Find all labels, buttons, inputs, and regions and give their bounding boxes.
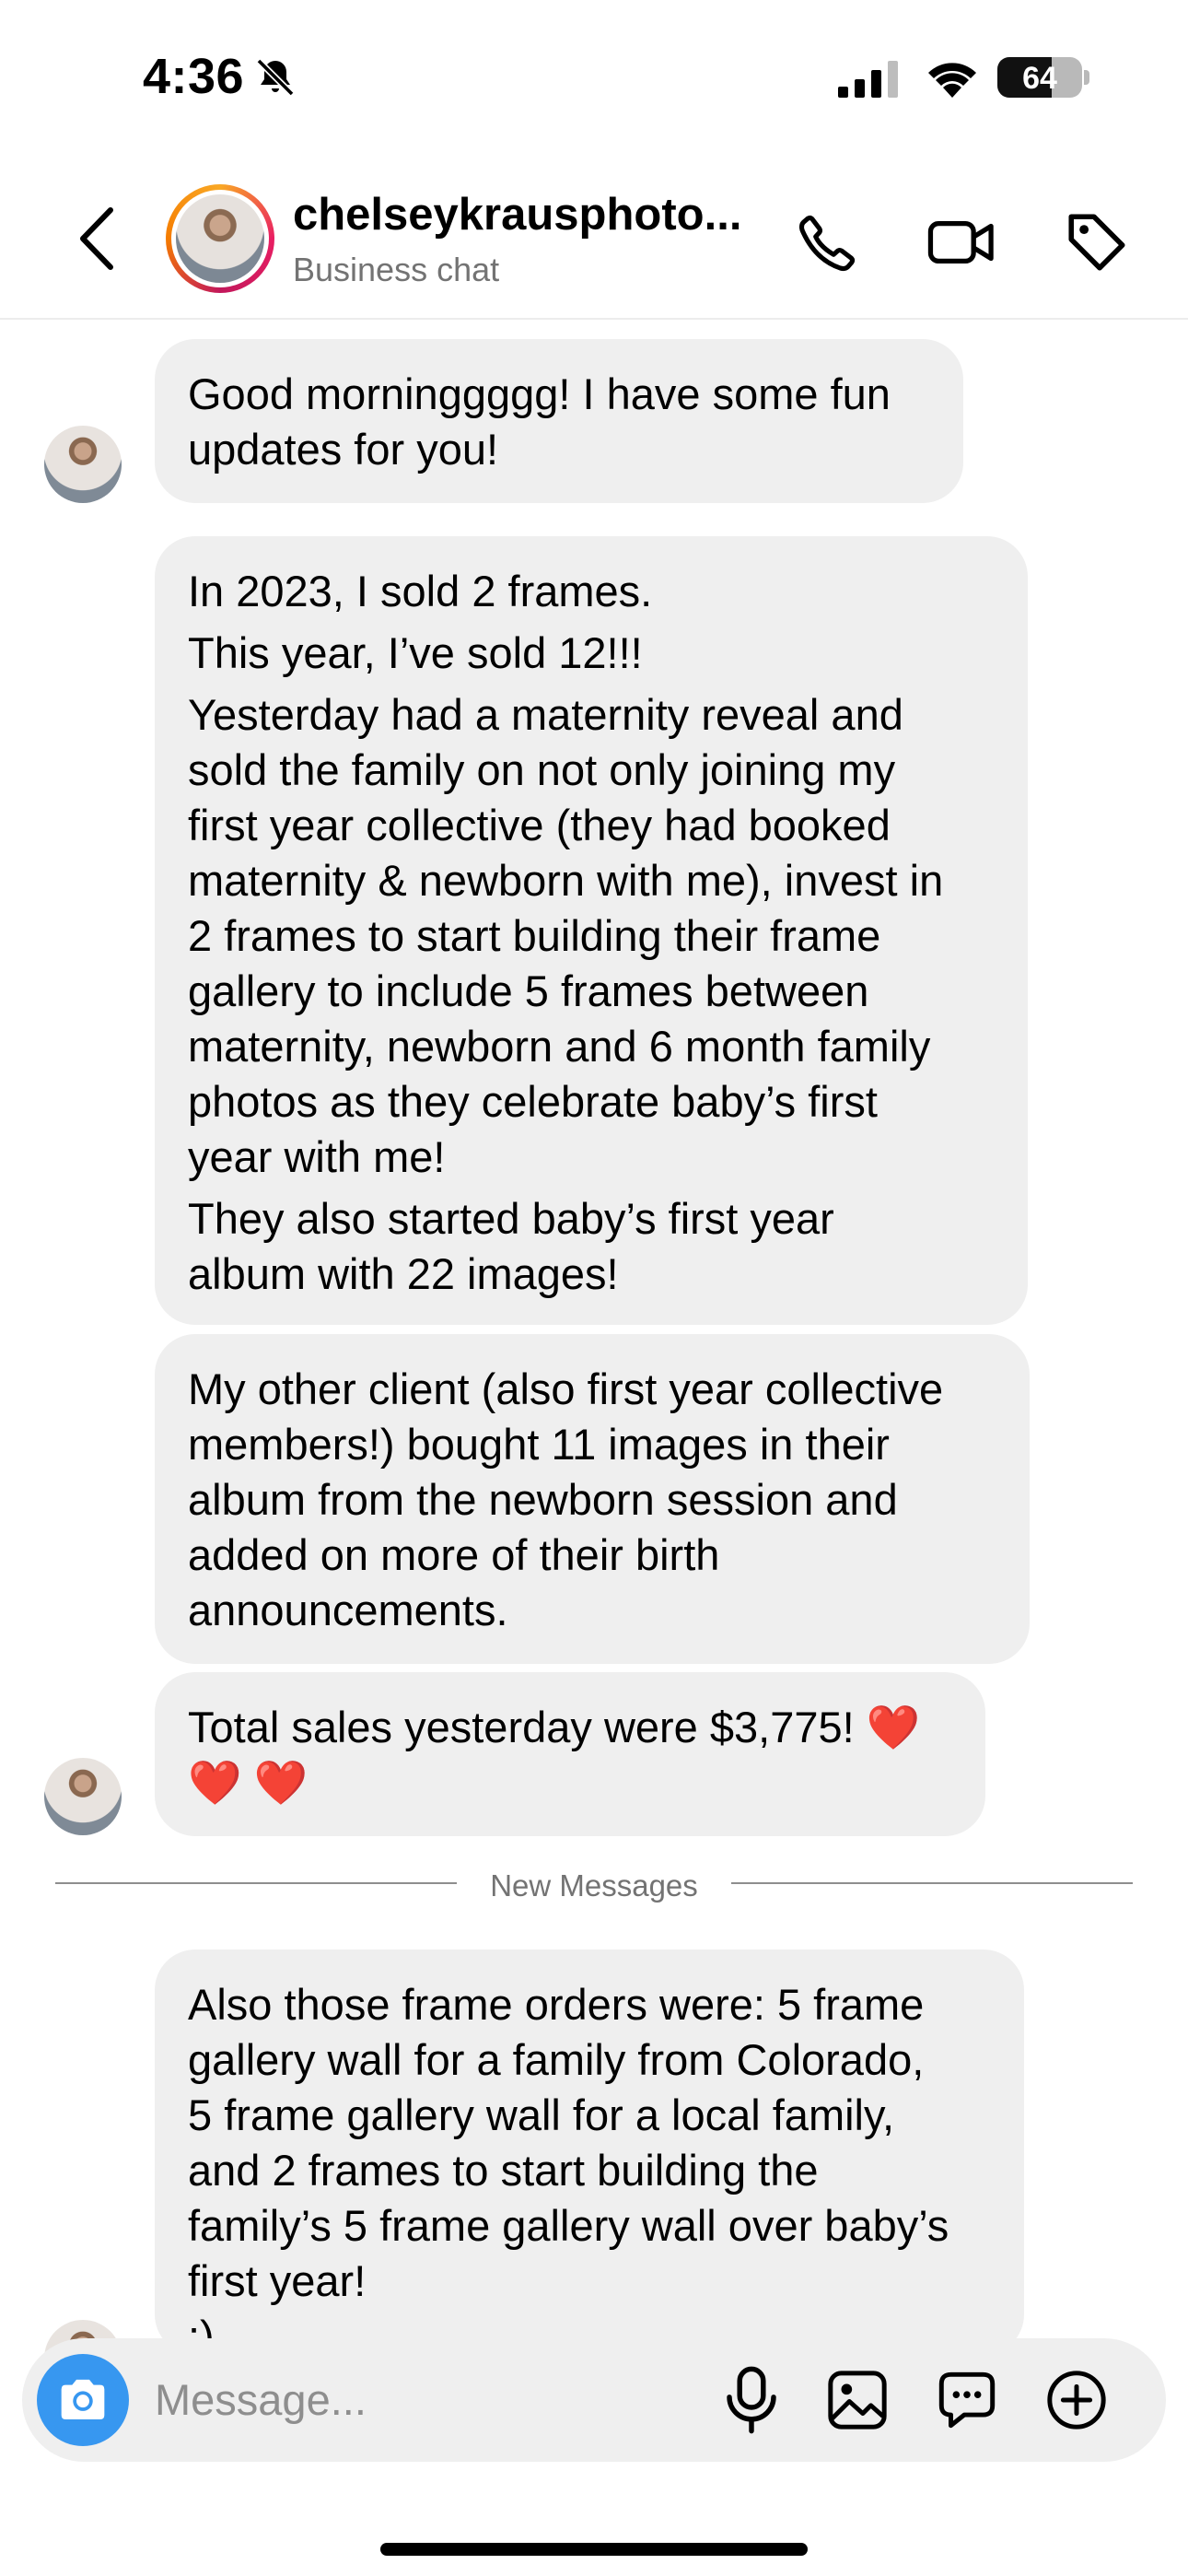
message-input[interactable] [155, 2370, 670, 2429]
message-text: My other client (also first year collect… [188, 1364, 944, 1634]
battery-icon: 64 [997, 57, 1082, 98]
message-bubble[interactable]: My other client (also first year collect… [155, 1334, 1030, 1664]
battery-cap [1084, 70, 1089, 85]
avatar-photo [176, 194, 264, 283]
sender-avatar[interactable] [44, 1758, 122, 1835]
sticker-icon[interactable] [935, 2368, 999, 2432]
home-indicator[interactable] [380, 2543, 808, 2556]
wifi-icon [928, 63, 976, 98]
signal-icon [838, 61, 898, 98]
message-text: This year, I’ve sold 12!!! [188, 628, 643, 677]
sender-avatar[interactable] [44, 426, 122, 503]
chat-subtitle: Business chat [293, 251, 500, 288]
message-bubble[interactable]: Also those frame orders were: 5 frame ga… [155, 1950, 1024, 2360]
message-text: Total sales yesterday were $3,775! ❤️ ❤️… [188, 1703, 921, 1807]
chat-title[interactable]: chelseykrausphoto... [293, 189, 741, 240]
message-text: Good morninggggg! I have some fun update… [188, 369, 891, 474]
microphone-icon[interactable] [722, 2364, 781, 2436]
bell-slash-icon [256, 58, 295, 97]
gallery-icon[interactable] [825, 2368, 890, 2432]
avatar[interactable] [166, 184, 274, 293]
status-time: 4:36 [143, 49, 245, 104]
camera-button[interactable] [37, 2354, 129, 2446]
video-camera-icon[interactable] [926, 210, 996, 275]
message-bubble[interactable]: Good morninggggg! I have some fun update… [155, 339, 963, 503]
battery-percent: 64 [1022, 61, 1057, 96]
message-text: In 2023, I sold 2 frames. [188, 567, 653, 615]
new-messages-divider: New Messages [490, 1868, 698, 1903]
message-text: They also started baby’s first year albu… [188, 1194, 834, 1298]
message-bubble[interactable]: In 2023, I sold 2 frames. This year, I’v… [155, 536, 1028, 1325]
camera-icon [61, 2379, 105, 2419]
tag-icon[interactable] [1063, 208, 1131, 276]
message-bubble[interactable]: Total sales yesterday were $3,775! ❤️ ❤️… [155, 1672, 985, 1836]
phone-icon[interactable] [794, 210, 860, 276]
back-chevron-icon[interactable] [74, 205, 120, 273]
message-text: Yesterday had a maternity reveal and sol… [188, 690, 944, 1181]
message-text: Also those frame orders were: 5 frame ga… [188, 1980, 949, 2360]
plus-icon[interactable] [1044, 2368, 1109, 2432]
